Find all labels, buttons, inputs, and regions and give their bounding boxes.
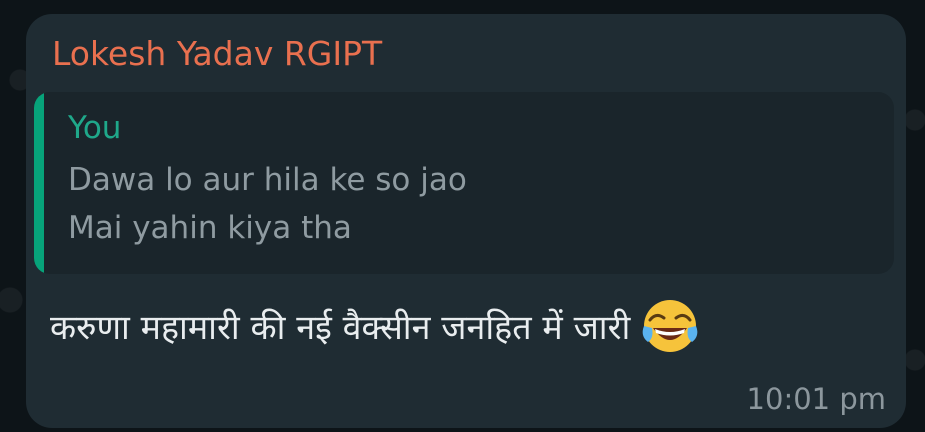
message-bubble[interactable]: Lokesh Yadav RGIPT You Dawa lo aur hila … (26, 14, 906, 428)
quoted-reply[interactable]: You Dawa lo aur hila ke so jao Mai yahin… (34, 92, 894, 274)
quoted-line-2: Mai yahin kiya tha (68, 210, 352, 246)
quote-accent-bar (34, 92, 44, 274)
quoted-author: You (68, 110, 122, 146)
sender-name[interactable]: Lokesh Yadav RGIPT (52, 34, 382, 73)
message-text-row: करुणा महामारी की नई वैक्सीन जनहित में जा… (50, 296, 700, 356)
message-text: करुणा महामारी की नई वैक्सीन जनहित में जा… (50, 308, 631, 348)
face-with-tears-of-joy-icon (640, 296, 700, 356)
quoted-line-1: Dawa lo aur hila ke so jao (68, 162, 467, 198)
message-timestamp: 10:01 pm (746, 382, 886, 416)
